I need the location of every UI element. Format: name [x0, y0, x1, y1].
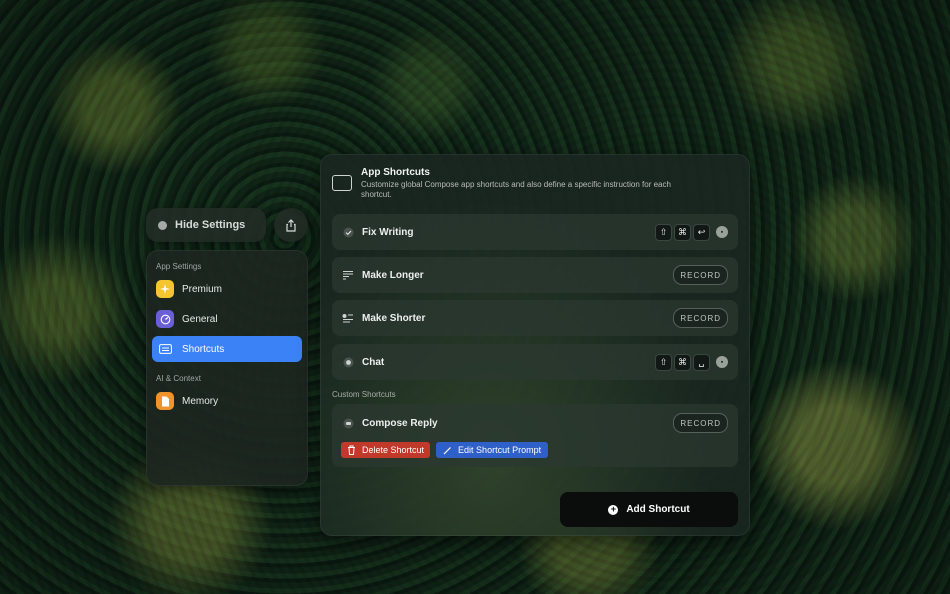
text-shorten-icon	[342, 312, 354, 324]
hide-settings-button[interactable]: Hide Settings	[146, 208, 266, 242]
space-key: ␣	[693, 353, 710, 371]
edit-shortcut-prompt-label: Edit Shortcut Prompt	[458, 445, 542, 455]
return-key: ↩	[693, 223, 710, 241]
shortcut-label: Chat	[362, 356, 385, 368]
command-key: ⌘	[674, 223, 691, 241]
sidebar-item-label: General	[182, 313, 218, 325]
shortcut-row-chat[interactable]: Chat ⇧ ⌘ ␣ ▪	[332, 344, 738, 380]
shortcut-row-fix-writing[interactable]: Fix Writing ⇧ ⌘ ↩ ▪	[332, 214, 738, 250]
shift-key: ⇧	[655, 223, 672, 241]
text-expand-icon	[342, 269, 354, 281]
section-label-app-settings: App Settings	[156, 262, 202, 271]
settings-sidebar: App Settings Premium General Shortcuts A…	[146, 250, 308, 486]
sidebar-item-label: Premium	[182, 283, 223, 295]
record-button[interactable]: RECORD	[673, 308, 728, 328]
keyboard-icon	[156, 340, 174, 358]
keyboard-icon	[332, 175, 352, 191]
sidebar-item-premium[interactable]: Premium	[152, 276, 302, 302]
record-button[interactable]: RECORD	[673, 265, 728, 285]
record-button[interactable]: RECORD	[673, 413, 728, 433]
chat-bubble-icon	[342, 356, 354, 368]
key-combo[interactable]: ⇧ ⌘ ␣	[655, 353, 710, 371]
delete-shortcut-icon[interactable]: ▪	[716, 226, 728, 238]
sidebar-item-general[interactable]: General	[152, 306, 302, 332]
plus-icon: +	[608, 504, 619, 515]
gauge-icon	[156, 310, 174, 328]
shortcut-label: Fix Writing	[362, 226, 414, 238]
sparkle-icon	[156, 280, 174, 298]
share-button[interactable]	[274, 208, 308, 242]
add-shortcut-button[interactable]: + Add Shortcut	[560, 492, 738, 527]
shortcut-label: Compose Reply	[362, 417, 438, 429]
add-shortcut-label: Add Shortcut	[626, 504, 690, 515]
key-combo[interactable]: ⇧ ⌘ ↩	[655, 223, 710, 241]
sidebar-item-label: Memory	[182, 395, 219, 407]
shortcut-row-make-longer[interactable]: Make Longer RECORD	[332, 257, 738, 293]
custom-shortcuts-label: Custom Shortcuts	[332, 390, 396, 399]
pencil-icon	[443, 446, 451, 454]
document-icon	[156, 392, 174, 410]
sidebar-item-label: Shortcuts	[182, 343, 225, 355]
shortcut-row-make-shorter[interactable]: Make Shorter RECORD	[332, 300, 738, 336]
chat-bubble-icon	[342, 417, 354, 429]
shortcut-label: Make Longer	[362, 269, 424, 281]
edit-shortcut-prompt-button[interactable]: Edit Shortcut Prompt	[436, 442, 549, 458]
delete-shortcut-icon[interactable]: ▪	[716, 356, 728, 368]
shortcut-label: Make Shorter	[362, 312, 426, 324]
section-label-ai-context: AI & Context	[156, 374, 201, 383]
delete-shortcut-button[interactable]: Delete Shortcut	[341, 442, 431, 458]
panel-header: App Shortcuts Customize global Compose a…	[332, 165, 691, 200]
checkmark-icon	[342, 226, 354, 238]
sidebar-item-memory[interactable]: Memory	[152, 388, 302, 414]
page-title: App Shortcuts	[361, 167, 430, 178]
delete-shortcut-label: Delete Shortcut	[362, 445, 425, 455]
sidebar-item-shortcuts[interactable]: Shortcuts	[152, 336, 302, 362]
hide-settings-label: Hide Settings	[175, 219, 246, 231]
share-icon	[286, 218, 296, 232]
page-description: Customize global Compose app shortcuts a…	[361, 180, 671, 199]
trash-icon	[348, 445, 355, 455]
app-shortcuts-panel: App Shortcuts Customize global Compose a…	[320, 154, 750, 536]
shortcut-row-compose-reply[interactable]: Compose Reply RECORD Delete Shortcut Edi…	[332, 404, 738, 467]
shift-key: ⇧	[655, 353, 672, 371]
command-key: ⌘	[674, 353, 691, 371]
dot-icon	[158, 220, 167, 230]
